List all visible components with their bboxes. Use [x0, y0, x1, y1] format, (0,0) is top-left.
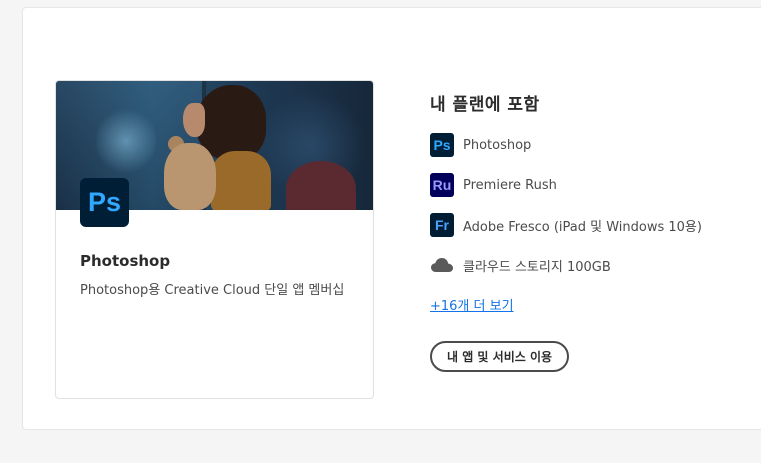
- app-card: Ps Photoshop Photoshop용 Creative Cloud 단…: [55, 80, 374, 399]
- my-apps-services-button[interactable]: 내 앱 및 서비스 이용: [430, 341, 570, 372]
- card-description: Photoshop용 Creative Cloud 단일 앱 멤버십: [80, 283, 345, 298]
- card-title: Photoshop: [80, 252, 171, 270]
- plan-item-label: Adobe Fresco (iPad 및 Windows 10용): [463, 219, 702, 235]
- plan-item-fresco: Fr Adobe Fresco (iPad 및 Windows 10용): [430, 213, 702, 237]
- plan-title: 내 플랜에 포함: [430, 95, 540, 115]
- cloud-icon: [430, 253, 454, 277]
- plan-item-label: Photoshop: [463, 137, 532, 153]
- show-more-link[interactable]: +16개 더 보기: [430, 295, 514, 314]
- plan-item-photoshop: Ps Photoshop: [430, 133, 531, 157]
- plan-item-cloud-storage: 클라우드 스토리지 100GB: [430, 253, 611, 277]
- photoshop-icon: Ps: [430, 133, 454, 157]
- fresco-icon: Fr: [430, 213, 454, 237]
- plan-item-label: Premiere Rush: [463, 177, 557, 193]
- photoshop-app-icon: Ps: [80, 178, 129, 227]
- plan-item-premiere-rush: Ru Premiere Rush: [430, 173, 557, 197]
- premiere-rush-icon: Ru: [430, 173, 454, 197]
- plan-item-label: 클라우드 스토리지 100GB: [463, 259, 611, 275]
